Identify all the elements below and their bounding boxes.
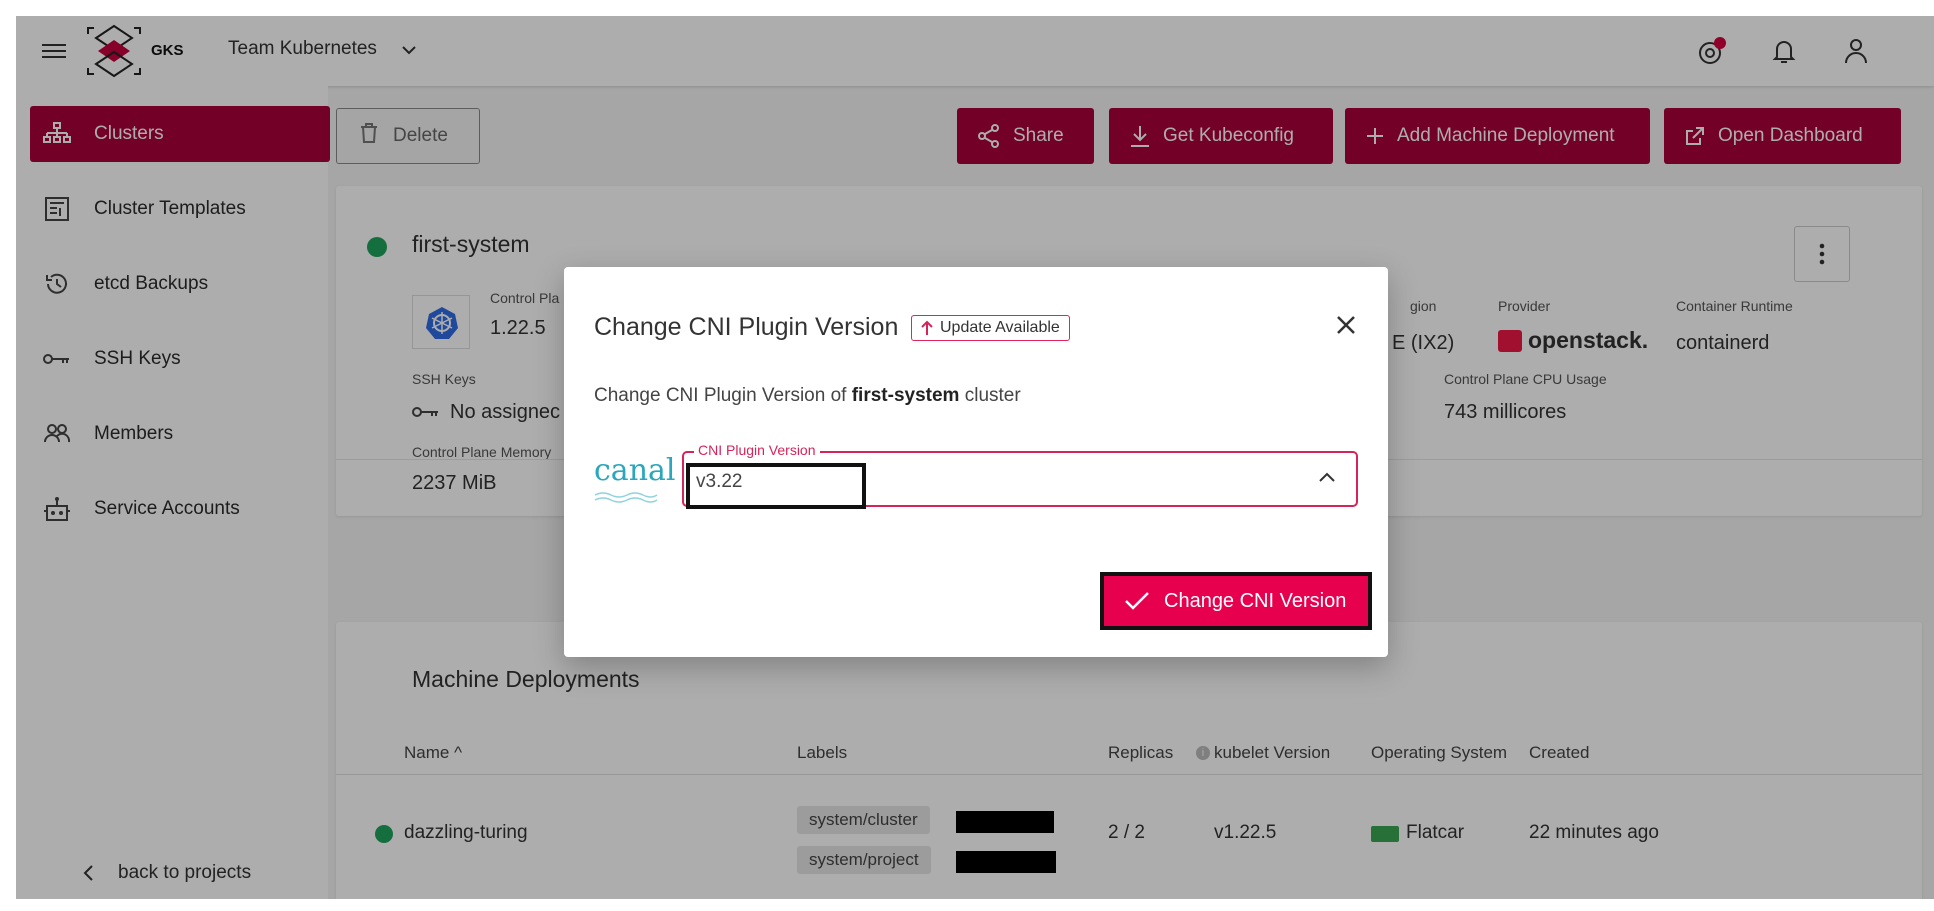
dialog-title: Change CNI Plugin Version — [594, 313, 899, 341]
change-cni-version-label: Change CNI Version — [1164, 589, 1347, 612]
update-available-badge: Update Available — [911, 315, 1070, 341]
app-window: GKS Team Kubernetes Clusters Cluster Tem… — [16, 16, 1934, 899]
subtitle-cluster-name: first-system — [851, 385, 960, 406]
subtitle-suffix: cluster — [959, 385, 1021, 406]
arrow-up-icon — [921, 320, 933, 335]
subtitle-prefix: Change CNI Plugin Version of — [594, 385, 852, 406]
chevron-up-icon[interactable] — [1318, 471, 1336, 483]
check-icon — [1125, 592, 1149, 610]
cni-version-field-label: CNI Plugin Version — [694, 442, 820, 458]
canal-logo: canal — [594, 453, 676, 488]
canal-wave-icon — [594, 492, 658, 503]
cni-version-select[interactable]: CNI Plugin Version v3.22 — [682, 442, 1358, 509]
close-icon[interactable] — [1334, 313, 1358, 337]
change-cni-version-button[interactable]: Change CNI Version — [1100, 572, 1372, 630]
change-cni-dialog: Change CNI Plugin Version Update Availab… — [564, 267, 1388, 657]
cni-version-selected-value: v3.22 — [696, 471, 743, 492]
dialog-subtitle: Change CNI Plugin Version of first-syste… — [594, 385, 1021, 407]
badge-label: Update Available — [940, 319, 1060, 336]
